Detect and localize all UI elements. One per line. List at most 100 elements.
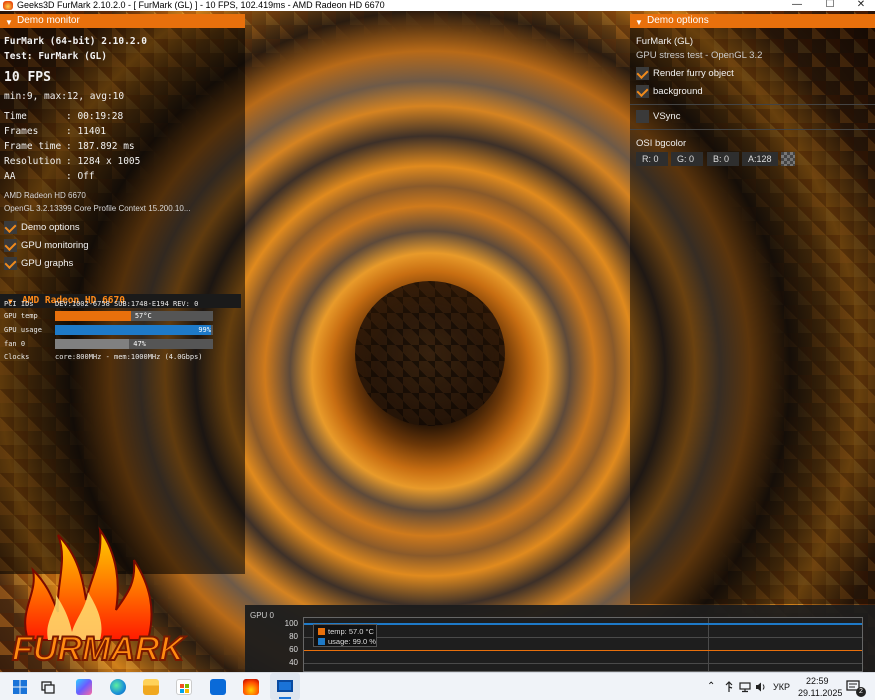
divider <box>630 129 875 130</box>
gpu-name-line: AMD Radeon HD 6670 <box>4 191 86 200</box>
checkbox-icon[interactable] <box>4 239 17 252</box>
stat-row: Resolution: 1284 x 1005 <box>4 156 141 167</box>
divider <box>630 104 875 105</box>
minimize-button[interactable]: — <box>782 0 812 11</box>
network-icon[interactable] <box>739 681 751 693</box>
pci-ids-label: PCI IDs <box>4 300 34 308</box>
gpu-usage-bar: 99% <box>55 325 213 335</box>
furmark-taskbar-icon[interactable] <box>243 679 259 695</box>
option-vsync[interactable]: VSync <box>636 109 680 124</box>
bar-fill <box>55 311 131 321</box>
close-button[interactable]: ✕ <box>846 0 875 11</box>
y-tick-label: 40 <box>289 658 298 667</box>
graph-title: GPU 0 <box>250 611 275 620</box>
usage-series-line <box>304 623 862 625</box>
legend-temp: temp: 57.0 °C <box>318 627 374 636</box>
fan-label: fan 0 <box>4 340 26 348</box>
gpu-graph-panel: GPU 0 100 80 60 40 temp: 57.0 °C usage: … <box>245 605 875 672</box>
input-language[interactable]: УКР <box>773 682 790 692</box>
clocks-label: Clocks <box>4 353 30 361</box>
demo-name: FurMark (GL) <box>636 36 693 47</box>
checkbox-icon[interactable] <box>636 66 649 80</box>
task-view-icon[interactable] <box>40 679 56 695</box>
demo-description: GPU stress test - OpenGL 3.2 <box>636 50 763 61</box>
clocks-value: core:800MHz - mem:1000MHz (4.0Gbps) <box>55 353 203 361</box>
collapse-triangle-icon: ▼ <box>635 18 643 27</box>
furmark-window-icon <box>277 680 293 692</box>
bar-fill <box>55 339 130 349</box>
title-bar: Geeks3D FurMark 2.10.2.0 - [ FurMark (GL… <box>0 0 875 11</box>
app-version-line: FurMark (64-bit) 2.10.2.0 <box>4 36 147 47</box>
taskbar: ⌃ УКР 22:59 29.11.2025 2 <box>0 672 875 700</box>
color-field-a[interactable]: A:128 <box>742 152 778 166</box>
graph-plot-area <box>303 617 863 672</box>
gridline <box>708 618 709 671</box>
toggle-gpu-monitoring[interactable]: GPU monitoring <box>4 239 89 253</box>
graph-legend: temp: 57.0 °C usage: 99.0 % <box>313 624 377 647</box>
bar-value: 99% <box>198 326 211 334</box>
fur-donut-center <box>355 281 505 426</box>
active-indicator <box>279 697 291 699</box>
option-render-furry-object[interactable]: Render furry object <box>636 66 734 81</box>
checkbox-icon[interactable] <box>4 221 17 234</box>
chevron-up-icon[interactable]: ⌃ <box>707 681 715 692</box>
fan-bar: 47% <box>55 339 213 349</box>
store-icon[interactable] <box>176 679 192 695</box>
stat-row: Frames: 11401 <box>4 126 107 137</box>
alpha-swatch[interactable] <box>781 152 795 166</box>
osi-bgcolor-label: OSI bgcolor <box>636 138 687 149</box>
opengl-info-line: OpenGL 3.2.13399 Core Profile Context 15… <box>4 204 191 213</box>
bar-value: 47% <box>133 340 146 348</box>
gridline <box>304 637 862 638</box>
demo-options-panel: ▼ Demo options FurMark (GL) GPU stress t… <box>630 14 875 604</box>
checkbox-icon[interactable] <box>636 84 649 98</box>
volume-icon[interactable] <box>755 681 767 693</box>
toggle-demo-options[interactable]: Demo options <box>4 221 80 235</box>
demo-monitor-title: Demo monitor <box>17 15 80 26</box>
gridline <box>304 663 862 664</box>
checkbox-icon[interactable] <box>4 257 17 270</box>
clock-date[interactable]: 29.11.2025 <box>798 688 842 698</box>
test-name-line: Test: FurMark (GL) <box>4 51 107 62</box>
demo-monitor-panel: ▼ Demo monitor FurMark (64-bit) 2.10.2.0… <box>0 14 245 574</box>
maximize-button[interactable]: ☐ <box>815 0 845 11</box>
legend-usage: usage: 99.0 % <box>318 637 376 646</box>
stat-row: Frame time: 187.892 ms <box>4 141 135 152</box>
bar-fill <box>55 325 212 335</box>
outlook-icon[interactable] <box>210 679 226 695</box>
stat-row: Time: 00:19:28 <box>4 111 124 122</box>
notification-badge: 2 <box>856 687 866 697</box>
furmark-logo: FURMARK <box>11 526 187 669</box>
y-tick-label: 100 <box>284 619 298 628</box>
windows-start-icon[interactable] <box>12 679 28 695</box>
collapse-triangle-icon: ▼ <box>5 18 13 27</box>
fps-counter: 10 FPS <box>4 70 51 85</box>
logo-wordmark: FURMARK <box>12 630 186 668</box>
usb-icon[interactable] <box>723 681 735 693</box>
edge-browser-icon[interactable] <box>110 679 126 695</box>
toggle-gpu-graphs[interactable]: GPU graphs <box>4 257 73 271</box>
stat-row: AA: Off <box>4 171 95 182</box>
demo-monitor-header[interactable]: ▼ Demo monitor <box>0 14 245 28</box>
gpu-usage-label: GPU usage <box>4 326 42 334</box>
clock-time[interactable]: 22:59 <box>806 676 829 686</box>
pci-ids-value: DEV:1002-6758 SUB:1748-E194 REV: 0 <box>55 300 199 308</box>
color-field-b[interactable]: B: 0 <box>707 152 739 166</box>
y-tick-label: 60 <box>289 645 298 654</box>
legend-swatch <box>318 628 325 635</box>
window-title: Geeks3D FurMark 2.10.2.0 - [ FurMark (GL… <box>17 0 385 10</box>
copilot-icon[interactable] <box>76 679 92 695</box>
gpu-temp-label: GPU temp <box>4 312 38 320</box>
checkbox-icon[interactable] <box>636 109 649 123</box>
gpu-temp-bar: 57°C <box>55 311 213 321</box>
file-explorer-icon[interactable] <box>143 679 159 695</box>
temp-series-line <box>304 650 862 651</box>
option-background[interactable]: background <box>636 84 703 99</box>
active-app-highlight[interactable] <box>270 673 300 700</box>
legend-swatch <box>318 638 325 645</box>
color-field-g[interactable]: G: 0 <box>671 152 703 166</box>
furmark-app-icon <box>3 1 13 10</box>
color-field-r[interactable]: R: 0 <box>636 152 668 166</box>
demo-options-title: Demo options <box>647 15 709 26</box>
demo-options-header[interactable]: ▼ Demo options <box>630 14 875 28</box>
